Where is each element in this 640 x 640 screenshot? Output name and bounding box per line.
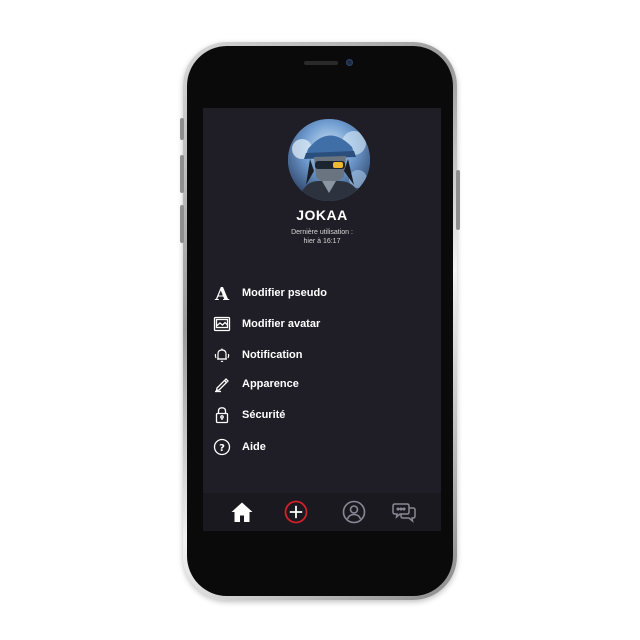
last-used-value: hier à 16:17 — [303, 238, 341, 245]
avatar[interactable] — [288, 119, 370, 201]
menu-item-modifier-avatar[interactable]: Modifier avatar — [213, 313, 413, 335]
menu-label: Notification — [242, 349, 303, 361]
pen-icon — [213, 375, 231, 393]
avatar-image — [288, 119, 370, 201]
menu-label: Modifier pseudo — [242, 287, 327, 299]
power-button — [456, 170, 460, 230]
menu-label: Aide — [242, 441, 266, 453]
menu-item-apparence[interactable]: Apparence — [213, 373, 413, 395]
nav-profile-button[interactable] — [341, 499, 367, 525]
menu-label: Modifier avatar — [242, 318, 321, 330]
profile-icon — [342, 500, 366, 524]
help-icon: ? — [213, 438, 231, 456]
username: JOKAA — [296, 207, 348, 223]
menu-item-notification[interactable]: Notification — [213, 344, 413, 366]
bottom-navigation — [203, 493, 441, 531]
svg-text:?: ? — [219, 443, 225, 454]
menu-item-modifier-pseudo[interactable]: A Modifier pseudo — [213, 282, 413, 304]
lock-icon — [213, 406, 231, 424]
menu-label: Sécurité — [242, 409, 286, 421]
earpiece-speaker — [304, 61, 338, 65]
menu-item-securite[interactable]: Sécurité — [213, 404, 413, 426]
volume-up-button — [180, 155, 184, 193]
svg-text:A: A — [214, 284, 230, 302]
nav-add-button[interactable] — [283, 499, 309, 525]
nav-home-button[interactable] — [229, 499, 255, 525]
last-used-info: Dernière utilisation : hier à 16:17 — [203, 228, 441, 246]
chat-icon — [392, 503, 416, 523]
menu-item-aide[interactable]: ? Aide — [213, 436, 413, 458]
settings-screen: JOKAA Dernière utilisation : hier à 16:1… — [203, 108, 441, 531]
nav-chat-button[interactable] — [391, 499, 417, 525]
device-mockup: JOKAA Dernière utilisation : hier à 16:1… — [0, 0, 640, 640]
front-camera — [346, 59, 353, 66]
add-icon — [284, 500, 308, 524]
last-used-label: Dernière utilisation : — [291, 229, 353, 236]
home-icon — [231, 502, 253, 522]
mute-switch — [180, 118, 184, 140]
image-icon — [213, 315, 231, 333]
volume-down-button — [180, 205, 184, 243]
bell-icon — [213, 346, 231, 364]
menu-label: Apparence — [242, 378, 299, 390]
letter-a-icon: A — [213, 284, 231, 302]
